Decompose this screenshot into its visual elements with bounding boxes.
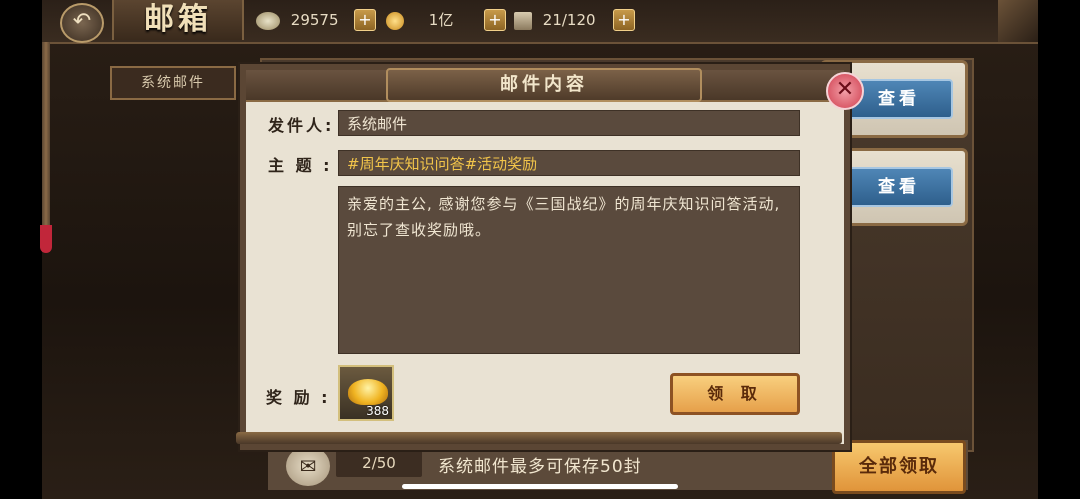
reward-item-slot[interactable]: 388 — [338, 365, 394, 421]
resource-gold: 1亿 — [386, 7, 453, 33]
mail-body: 亲爱的主公, 感谢您参与《三国战纪》的周年庆知识问答活动,别忘了查收奖励哦。 — [338, 186, 800, 354]
subject-field: #周年庆知识问答#活动奖励 — [338, 150, 800, 176]
corner-ornament — [998, 0, 1038, 42]
back-arrow-icon: ↶ — [72, 9, 92, 34]
mail-count: 2/50 — [336, 449, 422, 477]
sender-field: 系统邮件 — [338, 110, 800, 136]
hanging-rope — [42, 42, 50, 252]
subject-label: 主 题 : — [268, 156, 333, 175]
dialog-title: 邮件内容 — [386, 68, 702, 102]
mail-limit-note: 系统邮件最多可保存50封 — [438, 457, 642, 477]
reward-quantity: 388 — [366, 404, 389, 418]
resource-silver: 29575 — [256, 7, 339, 33]
gold-ingot-icon — [348, 379, 388, 405]
close-icon: ✕ — [835, 77, 855, 102]
mail-stamp-icon: ✉ — [286, 446, 330, 486]
back-button[interactable]: ↶ — [60, 3, 104, 43]
silver-ingot-icon — [256, 11, 280, 30]
view-mail-button[interactable]: 查看 — [845, 167, 953, 207]
gold-coin-icon — [386, 11, 404, 30]
add-silver-button[interactable]: + — [354, 9, 376, 31]
troop-capacity-icon — [514, 11, 532, 30]
silver-value: 29575 — [290, 11, 339, 29]
close-dialog-button[interactable]: ✕ — [826, 72, 864, 110]
add-troops-button[interactable]: + — [613, 9, 635, 31]
home-indicator[interactable] — [402, 484, 678, 489]
troops-value: 21/120 — [542, 11, 596, 29]
resource-troops: 21/120 — [514, 7, 596, 33]
top-bar: ↶ 邮箱 29575 + 1亿 + 21/120 + — [42, 0, 1038, 44]
tab-system-mail[interactable]: 系统邮件 — [110, 66, 236, 100]
sender-label: 发件人: — [268, 116, 335, 135]
dialog-bottom-rail — [236, 432, 842, 444]
add-gold-button[interactable]: + — [484, 9, 506, 31]
dialog-header: 邮件内容 — [246, 68, 844, 102]
page-title: 邮箱 — [112, 0, 244, 40]
game-screen: ↶ 邮箱 29575 + 1亿 + 21/120 + 系统邮件 查看 查看 ✉ … — [0, 0, 1080, 499]
red-tassel — [40, 225, 52, 253]
gold-value: 1亿 — [428, 11, 454, 29]
claim-reward-button[interactable]: 领 取 — [670, 373, 800, 415]
claim-all-button[interactable]: 全部领取 — [832, 440, 966, 494]
reward-label: 奖 励 : — [266, 388, 331, 407]
